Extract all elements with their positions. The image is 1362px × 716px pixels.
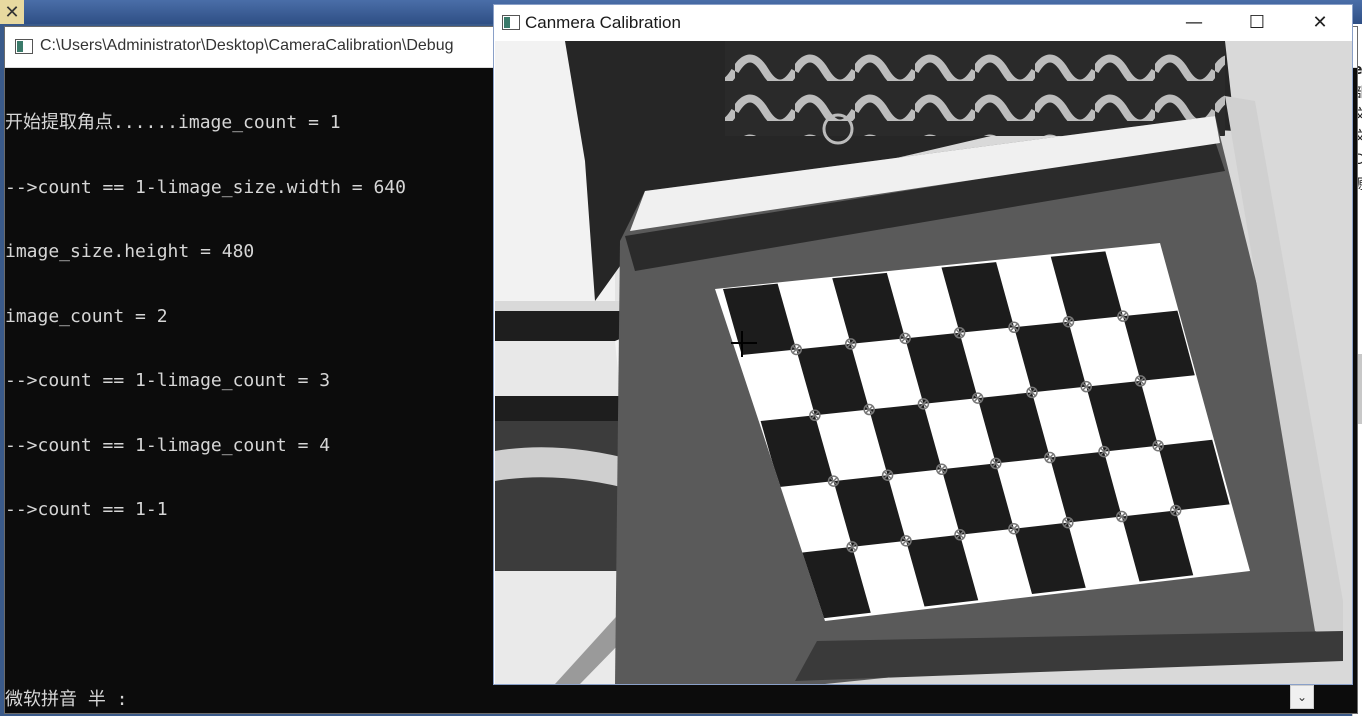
minimize-icon: — (1185, 12, 1203, 33)
close-tab-icon[interactable]: ✕ (0, 0, 24, 24)
console-line: image_size.height = 480 (5, 241, 255, 262)
calibration-titlebar[interactable]: Canmera Calibration — ☐ ✕ (494, 5, 1352, 41)
calibration-window: Canmera Calibration — ☐ ✕ (493, 4, 1353, 685)
console-line: image_count = 2 (5, 305, 168, 327)
maximize-icon: ☐ (1248, 12, 1266, 33)
maximize-button[interactable]: ☐ (1227, 5, 1287, 41)
ime-status: 微软拼音 半 : (5, 689, 128, 710)
calibration-app-icon (502, 15, 520, 30)
scroll-down-icon[interactable]: ⌄ (1290, 685, 1314, 709)
camera-frame-image (495, 41, 1352, 684)
console-title: C:\Users\Administrator\Desktop\CameraCal… (40, 37, 454, 54)
close-icon: ✕ (1312, 12, 1328, 33)
calibration-title: Canmera Calibration (525, 13, 681, 32)
console-app-icon (15, 39, 33, 54)
console-output: 开始提取角点......image_count = 1 -->count == … (5, 69, 495, 564)
console-line: -->count == 1-limage_count = 3 (5, 370, 331, 391)
console-line: -->count == 1-limage_count = 4 (5, 434, 331, 456)
camera-view[interactable] (495, 41, 1352, 684)
console-line: 开始提取角点......image_count = 1 (5, 112, 341, 133)
minimize-button[interactable]: — (1164, 5, 1224, 41)
console-line: -->count == 1-1 (5, 499, 168, 520)
close-button[interactable]: ✕ (1290, 5, 1350, 41)
console-line: -->count == 1-limage_size.width = 640 (5, 176, 406, 198)
